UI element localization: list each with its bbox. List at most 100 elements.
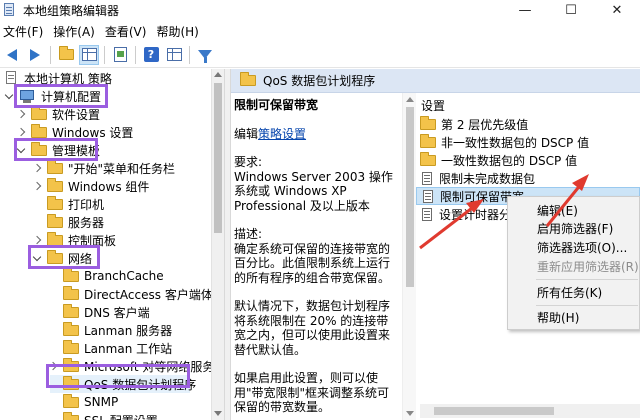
tree-label: 打印机 xyxy=(68,197,105,212)
chevron-right-icon[interactable] xyxy=(32,163,42,173)
tree-item-branchcache[interactable]: BranchCache xyxy=(50,267,164,285)
tree-item-dns-client[interactable]: DNS 客户端 xyxy=(50,303,150,321)
menu-action[interactable]: 操作(A) xyxy=(50,23,102,40)
export-list-button[interactable] xyxy=(110,45,130,65)
tree-item-lanman-workstation[interactable]: Lanman 工作站 xyxy=(50,339,172,357)
export-list-icon xyxy=(113,47,127,62)
tree-label: "开始"菜单和任务栏 xyxy=(68,161,176,176)
description-scrollbar[interactable] xyxy=(402,93,416,420)
folder-icon xyxy=(63,267,79,282)
navigation-tree: 本地计算机 策略 计算机配置 软件设置 Windows 设置 管理模板 "开始"… xyxy=(0,69,224,420)
tree-scrollbar[interactable] xyxy=(211,69,224,420)
tree-item-start-menu[interactable]: "开始"菜单和任务栏 xyxy=(32,159,176,177)
tree-item-server[interactable]: 服务器 xyxy=(34,213,104,231)
setting-label: 限制未完成数据包 xyxy=(439,171,536,186)
tree-label: Windows 组件 xyxy=(68,179,150,194)
tree-label: 服务器 xyxy=(68,215,105,230)
edit-prefix: 编辑 xyxy=(234,126,259,141)
toolbar: ? xyxy=(0,42,640,68)
policy-setting-icon xyxy=(423,189,435,203)
folder-icon xyxy=(240,72,256,86)
tree-item-lanman-server[interactable]: Lanman 服务器 xyxy=(50,321,172,339)
description-label: 描述: xyxy=(234,227,263,241)
up-folder-button[interactable] xyxy=(56,45,76,65)
chevron-right-icon[interactable] xyxy=(16,127,26,137)
properties-button[interactable] xyxy=(164,45,184,65)
toolbar-separator xyxy=(104,45,105,64)
show-hide-tree-icon xyxy=(81,48,97,61)
description-text: 确定系统可保留的连接带宽的百分比。此值限制系统上运行的所有程序的组合带宽保留。 xyxy=(234,241,391,285)
setting-item[interactable]: 非一致性数据包的 DSCP 值 xyxy=(416,133,589,151)
back-arrow-icon xyxy=(7,48,17,61)
settings-column-header[interactable]: 设置 xyxy=(421,97,445,114)
help-icon: ? xyxy=(143,47,159,62)
tree-item-snmp[interactable]: SNMP xyxy=(50,393,118,411)
policy-setting-icon xyxy=(422,207,434,221)
requirements-text: Windows Server 2003 操作系统或 Windows XP Pro… xyxy=(234,169,393,213)
folder-icon xyxy=(47,177,63,192)
description-pane: 限制可保留带宽 编辑策略设置 要求: Windows Server 2003 操作… xyxy=(234,98,400,420)
folder-icon xyxy=(47,213,63,228)
chevron-down-icon[interactable] xyxy=(4,90,14,99)
toolbar-separator xyxy=(50,45,51,64)
chevron-right-icon[interactable] xyxy=(32,235,42,245)
menu-help[interactable]: 帮助(H) xyxy=(153,23,205,40)
default-text: 默认情况下，数据包计划程序将系统限制在 20% 的连接带宽之内，但可以使用此设置… xyxy=(234,299,391,357)
back-button[interactable] xyxy=(2,45,22,65)
tree-label: 软件设置 xyxy=(52,107,101,122)
tree-item-windows-components[interactable]: Windows 组件 xyxy=(32,177,150,195)
tree-item-directaccess[interactable]: DirectAccess 客户端体验设 xyxy=(50,285,224,303)
tree-item-ssl[interactable]: SSL 配置设置 xyxy=(50,411,158,420)
enable-text: 如果启用此设置，则可以使用"带宽限制"框来调整系统可保留的带宽数量。 xyxy=(234,371,390,414)
help-button[interactable]: ? xyxy=(141,45,161,65)
forward-arrow-icon xyxy=(30,48,40,61)
tree-label: Lanman 服务器 xyxy=(84,323,173,338)
highlight-box xyxy=(14,84,108,108)
folder-icon xyxy=(420,151,436,166)
setting-label: 第 2 层优先级值 xyxy=(441,117,529,132)
context-menu-all-tasks[interactable]: 所有任务(K) xyxy=(537,284,602,301)
setting-item[interactable]: 限制未完成数据包 xyxy=(416,169,535,187)
maximize-button[interactable]: ☐ xyxy=(548,0,594,20)
policy-editor-icon xyxy=(3,3,17,17)
tree-label: Lanman 工作站 xyxy=(84,341,173,356)
folder-icon xyxy=(63,321,79,336)
toolbar-separator xyxy=(189,45,190,64)
description: 描述: 确定系统可保留的连接带宽的百分比。此值限制系统上运行的所有程序的组合带宽保… xyxy=(234,227,400,285)
policy-heading: 限制可保留带宽 xyxy=(234,98,319,112)
highlight-box xyxy=(14,138,98,161)
context-menu-filter-options[interactable]: 筛选器选项(O)... xyxy=(537,239,627,256)
requirements: 要求: Windows Server 2003 操作系统或 Windows XP … xyxy=(234,155,400,213)
close-button[interactable]: ✕ xyxy=(594,0,640,20)
tree-item-printers[interactable]: 打印机 xyxy=(34,195,104,213)
properties-icon xyxy=(166,48,182,61)
folder-icon xyxy=(47,159,63,174)
folder-icon xyxy=(31,105,47,120)
folder-icon xyxy=(63,411,79,420)
title-bar: 本地组策略编辑器 — ☐ ✕ xyxy=(0,0,640,20)
folder-icon xyxy=(31,123,47,138)
right-pane-title: QoS 数据包计划程序 xyxy=(263,74,376,88)
tree-label: SSL 配置设置 xyxy=(84,412,158,420)
chevron-right-icon[interactable] xyxy=(32,181,42,191)
filter-button[interactable] xyxy=(195,45,215,65)
policy-setting-icon xyxy=(422,171,434,185)
context-menu-help[interactable]: 帮助(H) xyxy=(537,309,579,326)
context-menu-separator xyxy=(536,305,638,306)
show-hide-tree-button[interactable] xyxy=(79,44,99,65)
context-menu-edit[interactable]: 编辑(E) xyxy=(537,202,578,219)
folder-icon xyxy=(63,339,79,354)
forward-button[interactable] xyxy=(25,45,45,65)
tree-label: DNS 客户端 xyxy=(84,305,150,320)
chevron-right-icon[interactable] xyxy=(16,109,26,119)
context-menu-enable-filter[interactable]: 启用筛选器(F) xyxy=(537,220,613,237)
settings-horizontal-scrollbar[interactable] xyxy=(420,404,640,418)
setting-item[interactable]: 一致性数据包的 DSCP 值 xyxy=(416,151,577,169)
minimize-button[interactable]: — xyxy=(502,0,548,20)
pane-splitter[interactable] xyxy=(224,69,231,420)
policy-icon xyxy=(4,71,19,85)
setting-item[interactable]: 第 2 层优先级值 xyxy=(416,115,528,133)
edit-policy-link[interactable]: 策略设置 xyxy=(258,127,306,141)
menu-view[interactable]: 查看(V) xyxy=(102,23,154,40)
menu-file[interactable]: 文件(F) xyxy=(0,23,50,40)
